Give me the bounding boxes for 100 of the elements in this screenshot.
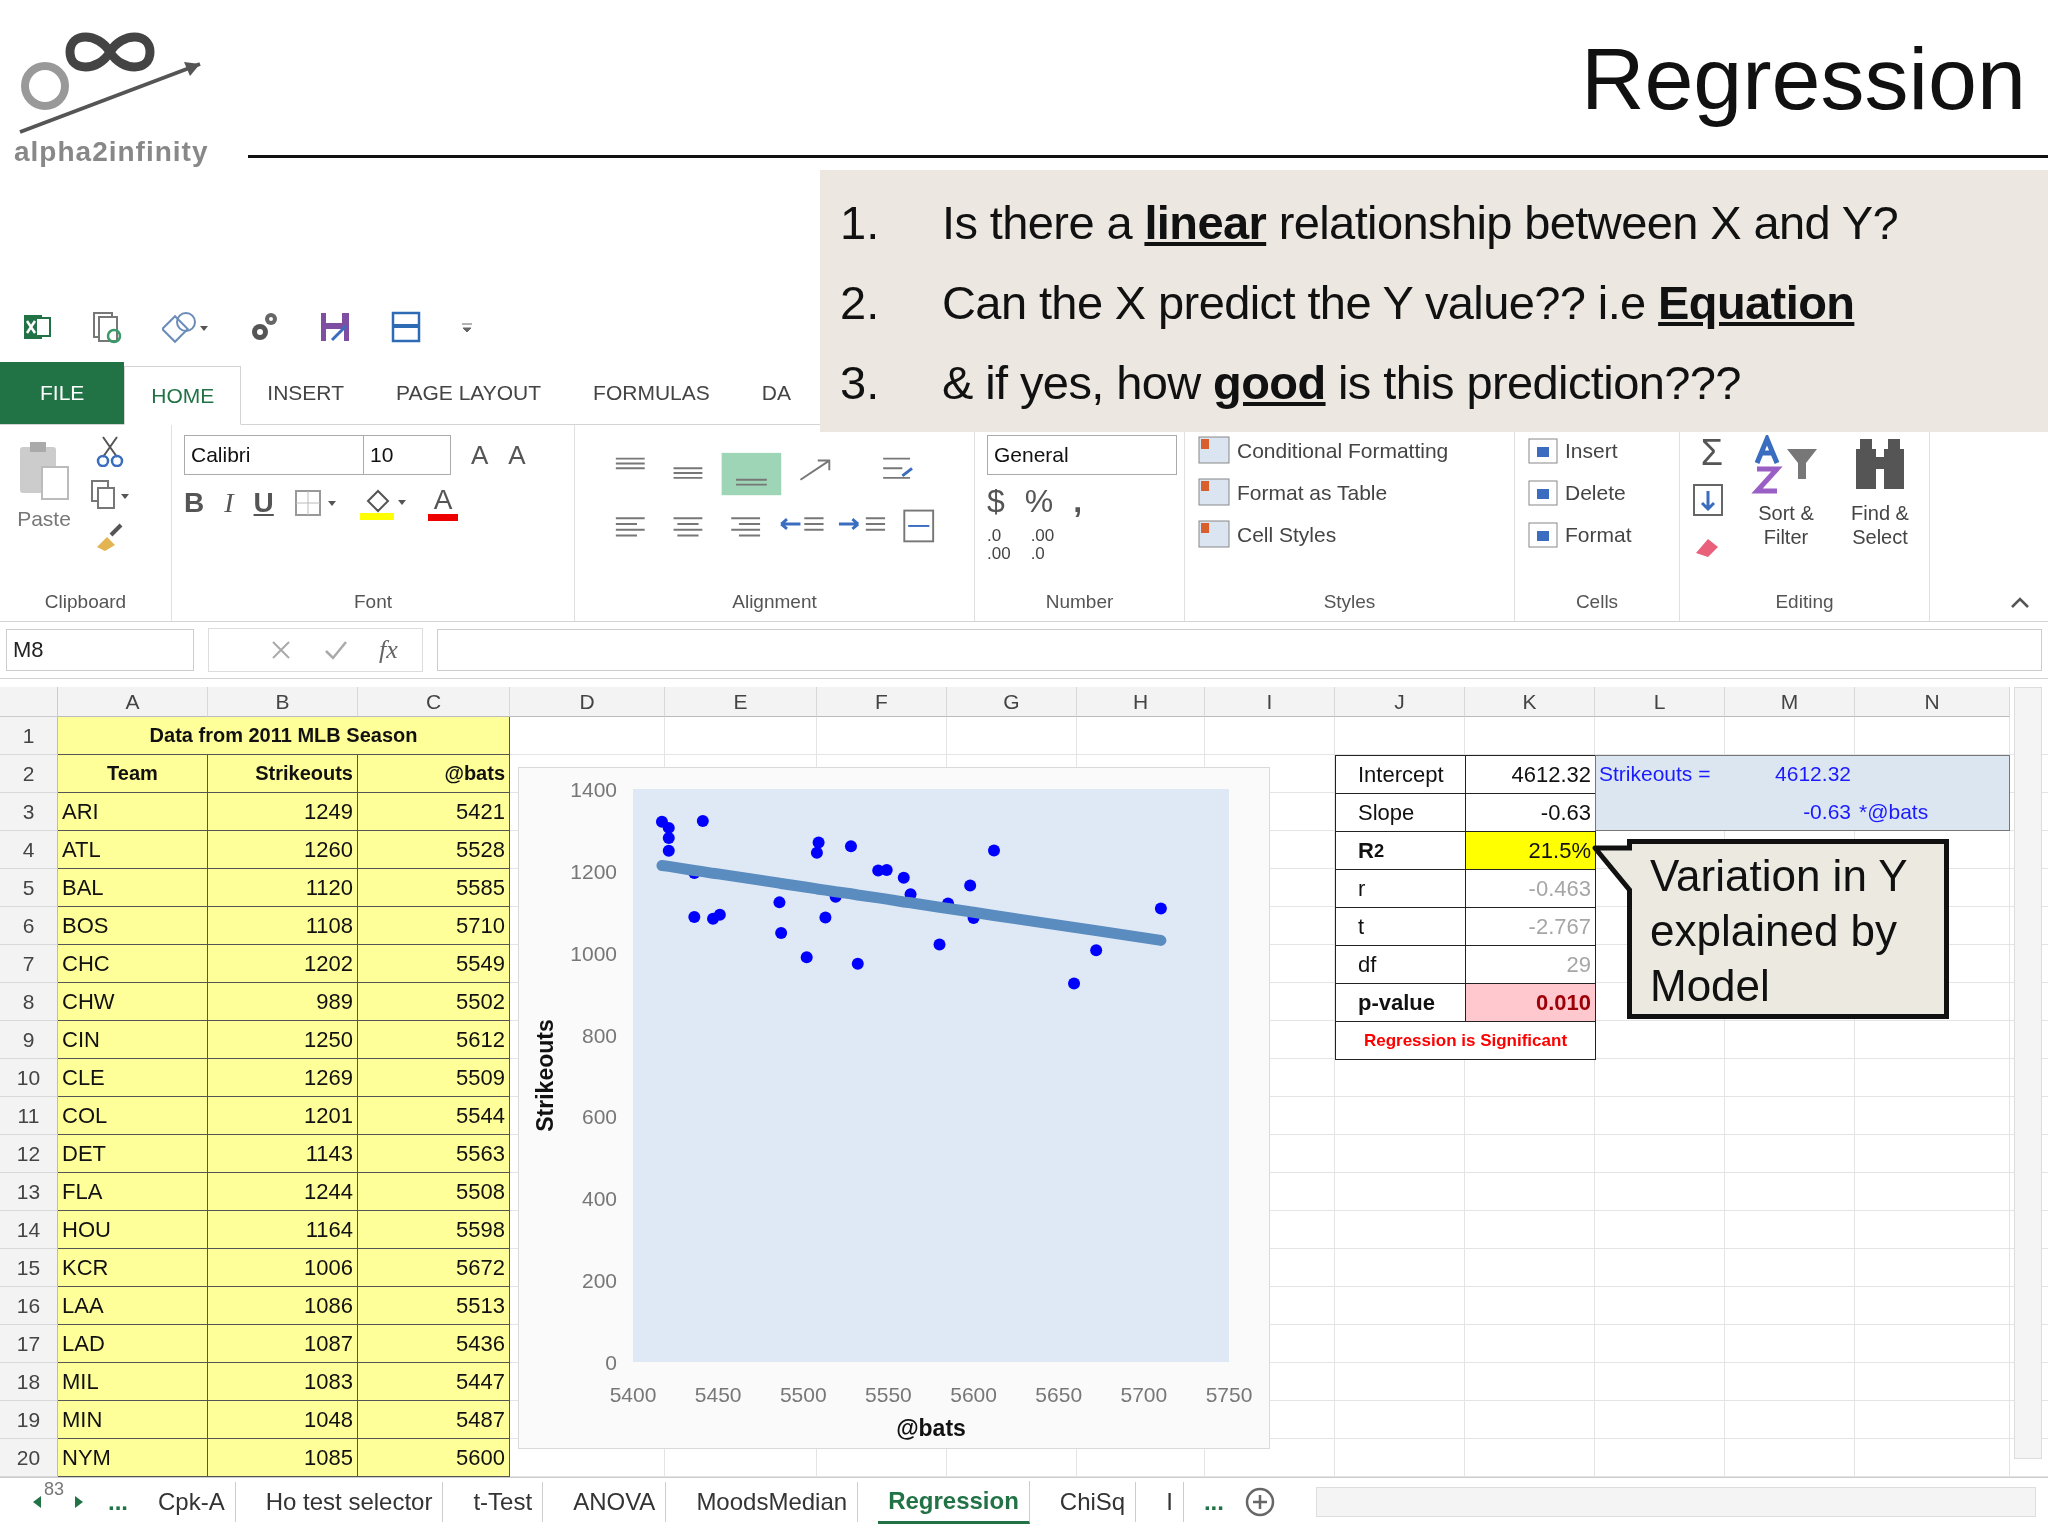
brush-icon[interactable]	[95, 523, 125, 553]
sheet-tab[interactable]: Cpk-A	[148, 1482, 236, 1522]
styles-menu-button[interactable]: Format as Table	[1197, 477, 1388, 509]
grow-font-button[interactable]: A	[471, 442, 489, 468]
more-sheets-button[interactable]: ...	[1203, 1488, 1224, 1516]
comma-button[interactable]: ,	[1073, 485, 1083, 517]
ribbon-tab[interactable]: FORMULAS	[567, 362, 736, 424]
row-header[interactable]: 6	[0, 907, 58, 945]
row-header[interactable]: 20	[0, 1439, 58, 1477]
row-header[interactable]: 5	[0, 869, 58, 907]
excel-icon[interactable]	[22, 312, 52, 342]
sheet-tab[interactable]: ChiSq	[1049, 1482, 1137, 1522]
find-select-button[interactable]: Find & Select	[1840, 501, 1920, 549]
shrink-font-button[interactable]: A	[508, 442, 526, 468]
font-name-dropdown[interactable]: Calibri	[184, 435, 364, 475]
row-header[interactable]: 13	[0, 1173, 58, 1211]
column-header[interactable]: G	[947, 687, 1077, 717]
column-header[interactable]: H	[1077, 687, 1205, 717]
decrease-decimal-button[interactable]: .00 .0	[1030, 527, 1055, 563]
row-header[interactable]: 17	[0, 1325, 58, 1363]
underline-button[interactable]: U	[253, 489, 274, 517]
ribbon-tab[interactable]: PAGE LAYOUT	[370, 362, 568, 424]
sheet-tab[interactable]: I	[1156, 1482, 1184, 1522]
cells-menu-button[interactable]: Insert	[1527, 435, 1618, 467]
font-size-dropdown[interactable]: 10	[363, 435, 451, 475]
insert-function-button[interactable]: fx	[379, 635, 398, 665]
row-header[interactable]: 19	[0, 1401, 58, 1439]
row-header[interactable]: 2	[0, 755, 58, 793]
styles-menu-button[interactable]: Cell Styles	[1197, 519, 1337, 551]
ribbon-tab[interactable]: FILE	[0, 362, 125, 424]
group-label: Styles	[1322, 591, 1377, 614]
currency-button[interactable]: $	[987, 485, 1005, 517]
row-header[interactable]: 16	[0, 1287, 58, 1325]
sheet-tab[interactable]: Ho test selector	[255, 1482, 444, 1522]
row-header[interactable]: 15	[0, 1249, 58, 1287]
ribbon-tab[interactable]: HOME	[124, 366, 242, 425]
italic-button[interactable]: I	[224, 489, 234, 517]
column-header[interactable]: M	[1725, 687, 1855, 717]
copy-icon[interactable]	[90, 479, 130, 511]
row-header[interactable]: 9	[0, 1021, 58, 1059]
stat-value: -0.463	[1465, 869, 1596, 908]
row-header[interactable]: 11	[0, 1097, 58, 1135]
autosum-button[interactable]: Σ	[1700, 435, 1724, 471]
column-header[interactable]: C	[358, 687, 510, 717]
collapse-ribbon-icon[interactable]	[2010, 595, 2030, 609]
ribbon-tab[interactable]: INSERT	[241, 362, 370, 424]
row-header[interactable]: 18	[0, 1363, 58, 1401]
table-cell: CIN	[58, 1021, 208, 1059]
question-text: Can the X predict the Y value?? i.e Equation	[942, 274, 1855, 330]
font-color-button[interactable]: A	[427, 485, 459, 521]
column-header[interactable]: J	[1335, 687, 1465, 717]
sheet-tab[interactable]: t-Test	[463, 1482, 544, 1522]
column-header[interactable]: A	[58, 687, 208, 717]
sheet-tab[interactable]: ANOVA	[563, 1482, 667, 1522]
column-header[interactable]: B	[208, 687, 358, 717]
row-header[interactable]: 3	[0, 793, 58, 831]
row-header[interactable]: 12	[0, 1135, 58, 1173]
caret-icon[interactable]	[460, 320, 474, 334]
table-cell: 5502	[358, 983, 510, 1021]
stat-value: 21.5%	[1465, 831, 1596, 870]
column-header[interactable]: I	[1205, 687, 1335, 717]
column-header[interactable]: N	[1855, 687, 2010, 717]
vertical-scrollbar[interactable]	[2014, 687, 2042, 1459]
ribbon-tab[interactable]: DA	[735, 362, 791, 424]
formula-input[interactable]	[436, 629, 2042, 671]
paste-button[interactable]: Paste	[12, 435, 76, 535]
cells-menu-button[interactable]: Delete	[1527, 477, 1626, 509]
styles-menu-button[interactable]: Conditional Formatting	[1197, 435, 1449, 467]
increase-decimal-button[interactable]: .0 .00	[987, 527, 1011, 563]
more-sheets-button[interactable]: ...	[108, 1488, 128, 1516]
sheet-tab[interactable]: Regression	[878, 1480, 1030, 1524]
name-box[interactable]: M8	[6, 629, 194, 671]
cells-menu-button[interactable]: Format	[1527, 519, 1632, 551]
borders-icon[interactable]	[293, 488, 338, 518]
save-icon[interactable]	[318, 310, 352, 344]
percent-button[interactable]: %	[1024, 485, 1054, 517]
shapes-icon[interactable]	[162, 310, 210, 344]
column-header[interactable]: K	[1465, 687, 1595, 717]
table-cell: 1048	[208, 1401, 358, 1439]
sheet-tab[interactable]: MoodsMedian	[686, 1482, 859, 1522]
scissors-icon[interactable]	[95, 435, 125, 467]
add-sheet-icon[interactable]	[1243, 1486, 1276, 1518]
document-refresh-icon[interactable]	[90, 310, 124, 344]
column-header[interactable]: D	[510, 687, 665, 717]
row-header[interactable]: 10	[0, 1059, 58, 1097]
group-label: Number	[1044, 591, 1115, 614]
horizontal-scrollbar[interactable]	[1315, 1487, 2036, 1517]
bold-button[interactable]: B	[184, 489, 205, 517]
row-header[interactable]: 7	[0, 945, 58, 983]
panes-icon[interactable]	[390, 310, 422, 344]
stat-label: p-value	[1335, 983, 1466, 1022]
column-header[interactable]: L	[1595, 687, 1725, 717]
row-header[interactable]: 8	[0, 983, 58, 1021]
row-header[interactable]: 4	[0, 831, 58, 869]
row-header[interactable]: 1	[0, 717, 58, 755]
row-header[interactable]: 14	[0, 1211, 58, 1249]
column-header[interactable]: E	[665, 687, 817, 717]
sort-filter-button[interactable]: Sort & Filter	[1746, 501, 1826, 549]
number-format-dropdown[interactable]: General	[987, 435, 1177, 475]
column-header[interactable]: F	[817, 687, 947, 717]
